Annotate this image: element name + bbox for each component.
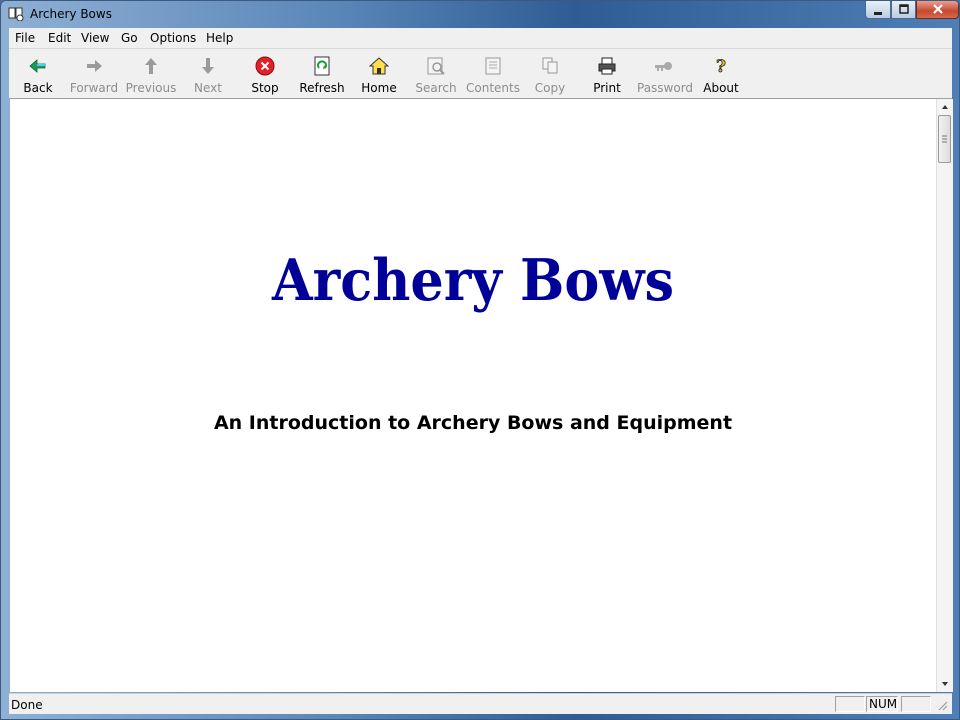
print-label: Print [593, 81, 621, 95]
status-panel-scroll [901, 696, 931, 712]
svg-text:?: ? [716, 57, 726, 76]
window-title: Archery Bows [30, 7, 112, 21]
home-button[interactable]: Home [352, 51, 406, 97]
home-icon [369, 57, 389, 75]
status-bar: Done NUM [9, 693, 952, 714]
copy-label: Copy [534, 81, 566, 95]
stop-label: Stop [251, 81, 279, 95]
refresh-button[interactable]: Refresh [295, 51, 349, 97]
contents-button[interactable]: Contents [466, 51, 520, 97]
menu-bar: File Edit View Go Options Help [9, 28, 952, 49]
scroll-up-button[interactable] [937, 99, 953, 115]
application-window: Archery Bows File Edit View Go Options H… [0, 0, 960, 720]
minimize-icon [874, 12, 882, 15]
close-button[interactable] [916, 1, 959, 19]
close-icon [932, 4, 943, 14]
printer-icon [598, 57, 616, 75]
print-button[interactable]: Print [580, 51, 634, 97]
document-title: Archery Bows [271, 247, 675, 314]
refresh-icon [314, 56, 330, 76]
document-subtitle: An Introduction to Archery Bows and Equi… [213, 412, 733, 434]
contents-label: Contents [466, 81, 520, 95]
question-mark-icon: ? [716, 57, 727, 76]
password-label: Password [637, 81, 694, 95]
chevron-up-icon [942, 105, 948, 109]
copy-icon [542, 57, 558, 74]
search-label: Search [415, 81, 457, 95]
grip-lines-icon [942, 135, 947, 143]
about-button[interactable]: ? About [694, 51, 748, 97]
menu-file[interactable]: File [15, 31, 35, 45]
menu-go[interactable]: Go [121, 31, 138, 45]
contents-book-icon [485, 57, 501, 75]
back-label: Back [23, 81, 53, 95]
menu-edit[interactable]: Edit [48, 31, 71, 45]
search-icon [427, 57, 445, 75]
status-panel-caps [835, 696, 865, 712]
forward-label: Forward [69, 81, 119, 95]
down-arrow-icon [202, 58, 214, 74]
back-arrow-icon [29, 59, 46, 73]
toolbar: Back Forward Previous Next Stop Refresh … [9, 49, 952, 99]
resize-grip-icon[interactable] [935, 698, 949, 712]
previous-button[interactable]: Previous [124, 51, 178, 97]
status-panel-num: NUM [866, 696, 898, 712]
title-bar[interactable]: Archery Bows [1, 1, 959, 27]
forward-arrow-icon [87, 60, 102, 72]
up-arrow-icon [145, 58, 157, 74]
minimize-button[interactable] [865, 1, 891, 19]
chevron-down-icon [942, 682, 948, 686]
next-label: Next [194, 81, 222, 95]
menu-help[interactable]: Help [206, 31, 233, 45]
help-book-icon [8, 7, 24, 21]
stop-button[interactable]: Stop [238, 51, 292, 97]
maximize-icon [898, 4, 909, 14]
menu-view[interactable]: View [81, 31, 109, 45]
password-button[interactable]: Password [637, 51, 694, 97]
search-button[interactable]: Search [409, 51, 463, 97]
menu-options[interactable]: Options [150, 31, 196, 45]
about-label: About [703, 81, 739, 95]
copy-button[interactable]: Copy [523, 51, 577, 97]
next-button[interactable]: Next [181, 51, 235, 97]
scroll-down-button[interactable] [937, 676, 953, 692]
stop-icon [255, 56, 275, 76]
scroll-thumb[interactable] [938, 115, 951, 163]
key-icon [655, 62, 672, 71]
vertical-scrollbar[interactable] [936, 99, 953, 692]
back-button[interactable]: Back [11, 51, 65, 97]
previous-label: Previous [125, 81, 177, 95]
home-label: Home [361, 81, 397, 95]
document-content[interactable]: Archery Bows An Introduction to Archery … [10, 99, 936, 692]
status-text: Done [11, 698, 43, 712]
refresh-label: Refresh [299, 81, 345, 95]
forward-button[interactable]: Forward [67, 51, 121, 97]
maximize-button[interactable] [891, 1, 916, 19]
